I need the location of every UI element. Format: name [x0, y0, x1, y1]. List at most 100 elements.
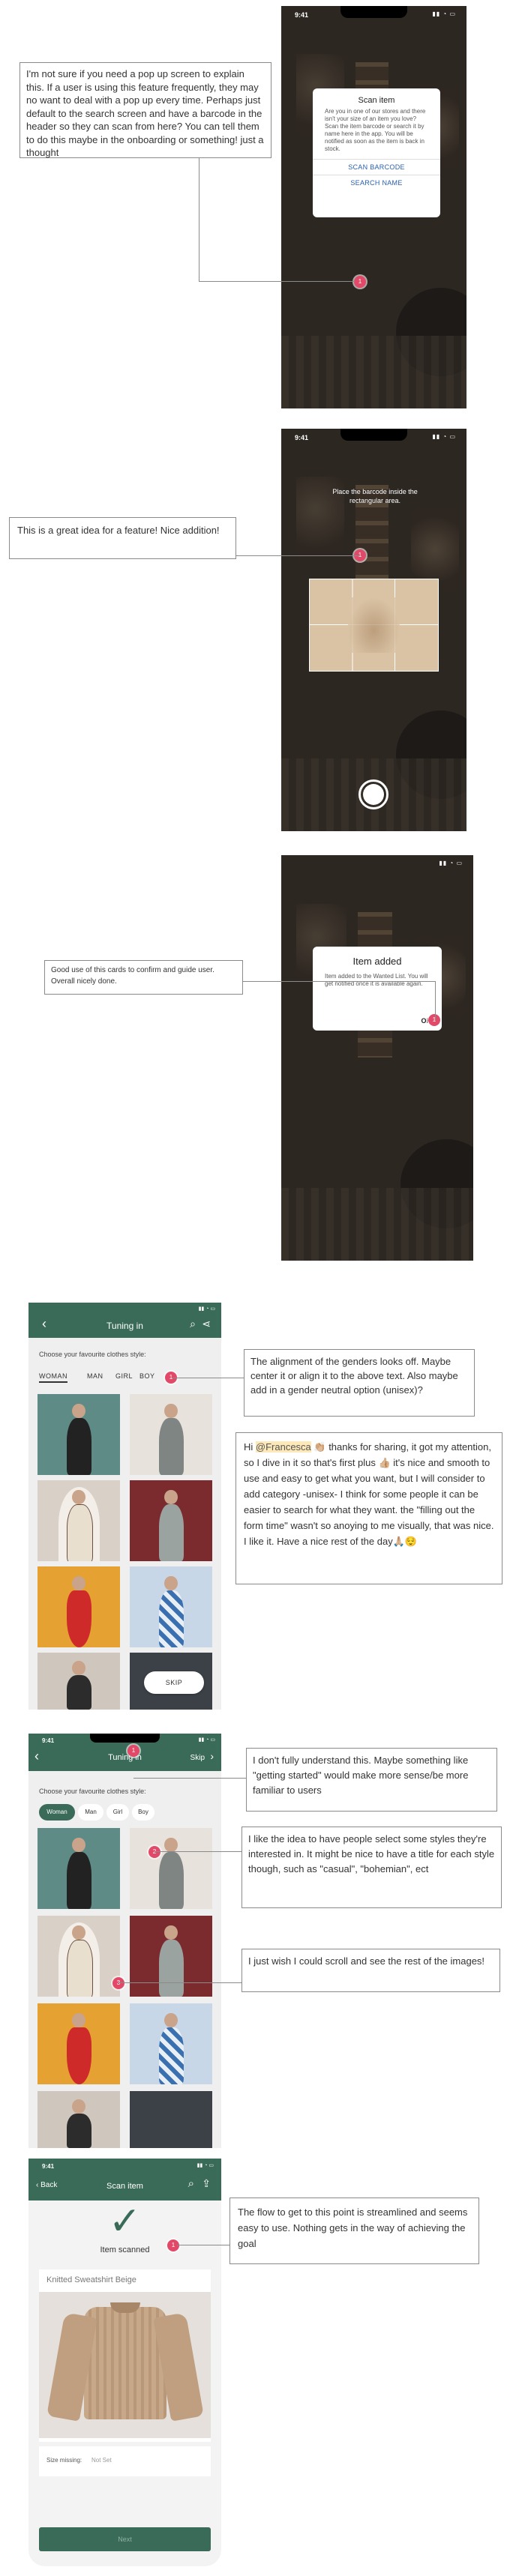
search-icon[interactable]: ⌕	[190, 1318, 196, 1330]
phone-screen-tuning-in-v1: ▮▮ ◔ ▭ ‹ Tuning in ⌕ ⋖ Choose your favou…	[28, 1303, 221, 1710]
comment-pin[interactable]: 2	[148, 1846, 160, 1858]
comment-card: This is a great idea for a feature! Nice…	[9, 517, 236, 559]
model-figure	[158, 1852, 184, 1909]
header-bar: 9:41 ▮▮ ◔ ▭ ‹ Back Scan item ⌕ ⇪	[28, 2159, 221, 2201]
connector-line	[118, 1982, 242, 1983]
style-image[interactable]	[38, 1394, 120, 1475]
tab-man[interactable]: Man	[78, 1804, 104, 1821]
search-icon[interactable]: ⌕	[188, 2177, 194, 2190]
user-mention[interactable]: @Francesca	[255, 1441, 311, 1453]
phone-screen-item-scanned: 9:41 ▮▮ ◔ ▭ ‹ Back Scan item ⌕ ⇪ ✓ Item …	[28, 2159, 221, 2566]
reply-text: 👏🏼 thanks for sharing, it got my attenti…	[244, 1441, 494, 1547]
status-bar: 9:41 ▮▮ ◔ ▭	[281, 429, 466, 445]
tab-boy[interactable]: Boy	[132, 1804, 154, 1821]
scan-frame-chair	[348, 597, 400, 653]
product-card[interactable]: Knitted Sweatshirt Beige	[39, 2269, 211, 2442]
style-image[interactable]	[38, 2091, 120, 2148]
comment-pin[interactable]: 1	[428, 1014, 440, 1026]
modal-body: Item added to the Wanted List. You will …	[325, 973, 428, 987]
tab-man[interactable]: MAN	[87, 1372, 104, 1380]
skip-link[interactable]: Skip	[190, 1754, 205, 1762]
comment-card-reply: Hi @Francesca 👏🏼 thanks for sharing, it …	[236, 1432, 502, 1584]
model-head	[164, 1489, 178, 1505]
shutter-button[interactable]	[358, 779, 388, 809]
shutter-inner	[363, 784, 384, 805]
style-image[interactable]	[130, 1480, 212, 1561]
model-head	[164, 1837, 178, 1853]
style-image[interactable]	[130, 2091, 212, 2148]
model-figure	[158, 1940, 184, 1997]
status-icons: ▮▮ ◔ ▭	[439, 860, 463, 866]
model-head	[164, 1403, 178, 1419]
comment-pin[interactable]: 3	[112, 1977, 124, 1989]
notch	[90, 1734, 160, 1743]
connector-line	[243, 981, 436, 982]
model-figure	[66, 2114, 92, 2148]
style-image[interactable]	[38, 1916, 120, 1997]
skip-button[interactable]: SKIP	[144, 1671, 204, 1694]
notch	[340, 429, 407, 441]
model-figure	[66, 2027, 92, 2084]
style-prompt: Choose your favourite clothes style:	[39, 1788, 146, 1795]
model-head	[72, 2012, 86, 2028]
next-button[interactable]: Next	[39, 2527, 211, 2551]
tab-boy[interactable]: BOY	[140, 1372, 155, 1380]
status-time: 9:41	[42, 1737, 55, 1744]
comment-pin[interactable]: 1	[354, 276, 366, 288]
style-image[interactable]	[130, 2003, 212, 2084]
scan-frame	[309, 579, 439, 672]
size-row[interactable]: Size missing: Not Set	[39, 2446, 211, 2476]
comment-card: I'm not sure if you need a pop up screen…	[20, 62, 272, 158]
style-image[interactable]	[38, 1828, 120, 1909]
tab-girl[interactable]: GIRL	[116, 1372, 133, 1380]
tab-woman[interactable]: Woman	[39, 1804, 75, 1821]
model-head	[72, 1403, 86, 1419]
background-rug	[281, 336, 466, 408]
comment-card: The alignment of the genders looks off. …	[244, 1349, 475, 1417]
scan-barcode-button[interactable]: SCAN BARCODE	[313, 159, 440, 175]
model-head	[164, 1575, 178, 1591]
model-figure	[66, 1590, 92, 1647]
model-figure	[158, 1590, 184, 1647]
model-head	[72, 1489, 86, 1505]
style-prompt: Choose your favourite clothes style:	[39, 1351, 146, 1358]
scan-instruction: Place the barcode inside the rectangular…	[332, 488, 418, 504]
tab-girl[interactable]: Girl	[106, 1804, 129, 1821]
search-name-button[interactable]: SEARCH NAME	[313, 175, 440, 190]
connector-line	[199, 281, 355, 282]
style-image[interactable]	[130, 1828, 212, 1909]
tab-woman[interactable]: WOMAN	[39, 1372, 68, 1383]
status-time: 9:41	[295, 434, 309, 441]
header-bar: ▮▮ ◔ ▭ ‹ Tuning in ⌕ ⋖	[28, 1303, 221, 1338]
phone-screen-barcode-scanner: 9:41 ▮▮ ◔ ▭ Place the barcode inside the…	[281, 429, 466, 831]
model-figure	[158, 1504, 184, 1561]
model-head	[72, 1575, 86, 1591]
style-image[interactable]	[130, 1566, 212, 1647]
style-image[interactable]	[38, 1480, 120, 1561]
model-figure	[66, 1675, 92, 1710]
style-image[interactable]	[130, 1394, 212, 1475]
status-bar: ▮▮ ◔ ▭	[281, 855, 473, 872]
share-icon[interactable]: ⋖	[202, 1318, 211, 1330]
style-image[interactable]	[38, 1566, 120, 1647]
model-figure	[66, 1418, 92, 1475]
comment-card: I like the idea to have people select so…	[242, 1827, 502, 1908]
chevron-right-icon[interactable]: ›	[210, 1750, 214, 1762]
check-icon: ✓	[108, 2199, 142, 2244]
style-image[interactable]	[38, 2003, 120, 2084]
comment-card: The flow to get to this point is streaml…	[230, 2198, 479, 2264]
model-figure	[158, 1418, 184, 1475]
comment-pin[interactable]: 1	[128, 1745, 140, 1757]
model-head	[72, 1925, 86, 1940]
background-rug	[281, 1187, 473, 1261]
header-bar: 9:41 ▮▮ ◔ ▭ ‹ Tuning in Skip ›	[28, 1734, 221, 1771]
style-image[interactable]	[38, 1653, 120, 1710]
status-icons: ▮▮ ◔ ▭	[196, 2163, 214, 2168]
comment-pin[interactable]: 1	[167, 2239, 179, 2251]
share-icon[interactable]: ⇪	[202, 2177, 211, 2190]
style-image[interactable]	[130, 1916, 212, 1997]
status-bar: 9:41 ▮▮ ◔ ▭	[281, 6, 466, 22]
model-figure	[66, 1940, 93, 1997]
phone-screen-scan-item-popup: 9:41 ▮▮ ◔ ▭ Scan item Are you in one of …	[281, 6, 466, 408]
model-head	[164, 2012, 178, 2028]
